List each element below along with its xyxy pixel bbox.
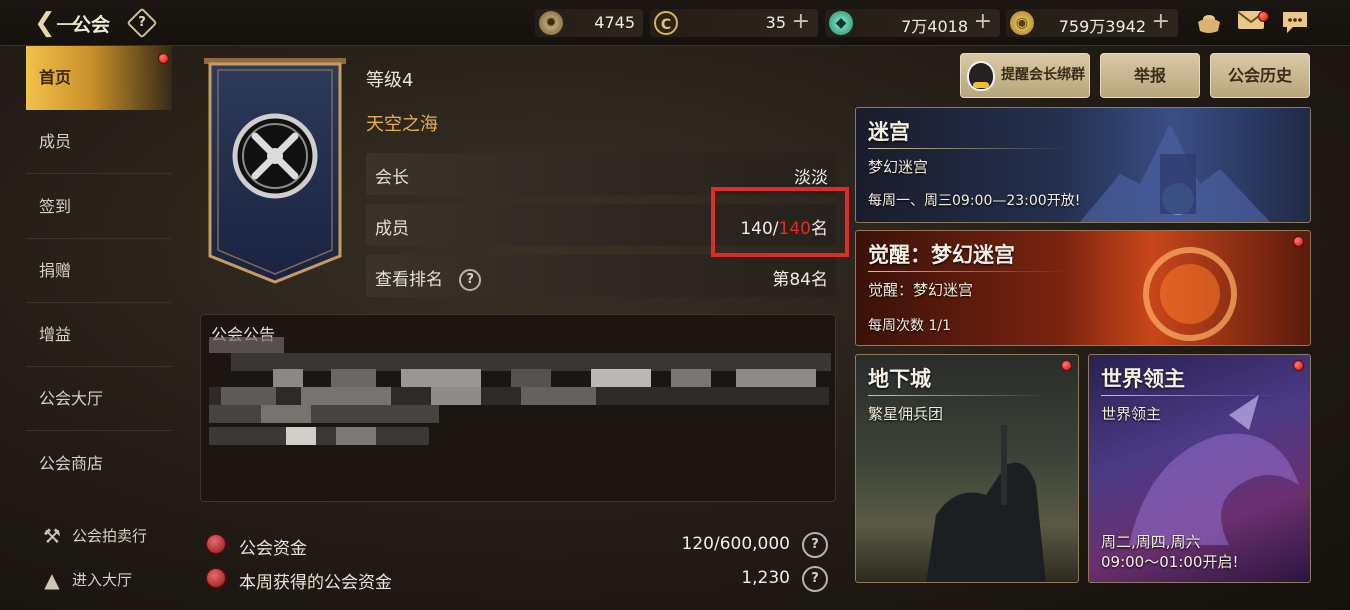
add-c-coin-button[interactable]: + [792,10,810,34]
back-arrow-icon[interactable]: ❮— [34,8,82,38]
add-gold-button[interactable]: + [1152,10,1170,34]
world-boss-title: 世界领主 [1101,367,1185,391]
enter-hall-link[interactable]: ▲ 进入大厅 [38,563,132,597]
hammer-icon: ⚒ [43,524,61,548]
awaken-title: 觉醒：梦幻迷宫 [868,243,1015,267]
currency-gem: ◆ 7万4018 + [825,9,1000,37]
dungeon-title: 地下城 [868,367,931,391]
help-icon[interactable]: ? [126,7,158,39]
guild-funds-label: 公会资金 [239,539,307,559]
rank-help-icon[interactable]: ? [459,269,482,291]
gold-coin-icon: ◉ [1010,11,1034,35]
mail-notification-dot [1258,11,1269,22]
top-bar: ❮— 公会 ? ✹ 4745 C 35 + ◆ 7万4018 + ◉ 759万3… [0,0,1350,46]
awaken-notification-dot [1293,236,1304,247]
currency-gear: ✹ 4745 [535,9,643,37]
sidebar-item-donate[interactable]: 捐赠 [26,239,172,303]
guild-funds-help-icon[interactable]: ? [802,532,828,558]
currency-c: C 35 + [650,9,818,37]
gear-coin-icon: ✹ [539,11,563,35]
auction-house-link[interactable]: ⚒ 公会拍卖行 [38,519,147,553]
guild-history-button[interactable]: 公会历史 [1210,53,1310,98]
guild-name: 天空之海 [366,114,438,135]
weekly-funds-help-icon[interactable]: ? [802,566,828,592]
guild-level: 等级4 [366,70,414,91]
home-notification-dot [158,53,169,64]
gem-icon: ◆ [829,11,853,35]
qq-penguin-icon [967,61,995,91]
members-highlight-box [711,187,849,257]
sidebar-item-guild-hall[interactable]: 公会大厅 [26,367,172,431]
guild-funds-row: 公会资金 120/600,000 ? [205,530,830,560]
rank-value: 第84名 [772,270,828,290]
sidebar-item-home[interactable]: 首页 [26,46,172,110]
currency-c-value: 35 [765,13,786,32]
sidebar-item-guild-shop[interactable]: 公会商店 [26,432,172,496]
weekly-funds-label: 本周获得的公会资金 [239,573,392,593]
guild-announcement[interactable]: 公会公告 [200,314,836,502]
report-button[interactable]: 举报 [1100,53,1200,98]
guild-fund-icon [205,533,227,555]
maze-subtitle: 梦幻迷宫 [868,158,929,176]
remind-leader-button[interactable]: 提醒会长绑群 [960,53,1090,98]
world-boss-card[interactable]: 世界领主 世界领主 周二,周四,周六 09:00～01:00开启! [1088,354,1311,583]
currency-gear-value: 4745 [594,13,635,32]
leader-value[interactable]: 淡淡 [794,163,828,188]
weekly-funds-value: 1,230 [741,568,790,588]
c-coin-icon: C [654,11,678,35]
sidebar: 首页 成员 签到 捐赠 增益 公会大厅 公会商店 ⚒ 公会拍卖行 ▲ 进入大厅 [0,46,176,610]
sidebar-item-checkin[interactable]: 签到 [26,175,172,239]
pot-icon[interactable] [1194,9,1224,37]
maze-card[interactable]: 迷宫 梦幻迷宫 每周一、周三09:00—23:00开放! [855,107,1311,223]
maze-title: 迷宫 [868,120,910,144]
guild-banner [200,56,350,286]
dungeon-notification-dot [1061,360,1072,371]
add-gem-button[interactable]: + [974,10,992,34]
awaken-subtitle: 觉醒：梦幻迷宫 [868,281,974,299]
world-boss-subtitle: 世界领主 [1101,405,1162,423]
currency-gem-value: 7万4018 [901,17,968,36]
currency-gold: ◉ 759万3942 + [1006,9,1178,37]
weekly-fund-icon [205,567,227,589]
sidebar-item-buffs[interactable]: 增益 [26,303,172,367]
dungeon-subtitle: 繁星佣兵团 [868,405,944,423]
sidebar-item-members[interactable]: 成员 [26,110,172,174]
weekly-funds-row: 本周获得的公会资金 1,230 ? [205,564,830,594]
dungeon-card[interactable]: 地下城 繁星佣兵团 [855,354,1079,583]
dungeon-knight-art [926,425,1046,582]
rank-label: 查看排名 ? [375,265,482,291]
guild-funds-value: 120/600,000 [681,534,790,554]
hall-icon: ▲ [44,568,60,592]
leader-label: 会长 [375,168,409,188]
dungeon-divider [868,395,1048,396]
awaken-maze-card[interactable]: 觉醒：梦幻迷宫 觉醒：梦幻迷宫 每周次数 1/1 [855,230,1311,346]
currency-gold-value: 759万3942 [1058,17,1146,36]
world-boss-notification-dot [1293,360,1304,371]
members-label: 成员 [375,219,409,239]
maze-schedule: 每周一、周三09:00—23:00开放! [868,193,1081,209]
maze-divider [868,148,1068,149]
awaken-attempts: 每周次数 1/1 [868,318,951,334]
world-boss-hours: 09:00～01:00开启! [1101,553,1239,571]
chat-icon[interactable] [1280,9,1310,37]
world-boss-divider [1101,395,1281,396]
rank-row[interactable]: 查看排名 ? 第84名 [366,255,836,297]
awaken-divider [868,271,1068,272]
world-boss-days: 周二,周四,周六 [1101,533,1201,551]
page-title: 公会 [72,14,111,36]
awaken-art [1143,247,1237,341]
maze-art [1080,124,1270,222]
